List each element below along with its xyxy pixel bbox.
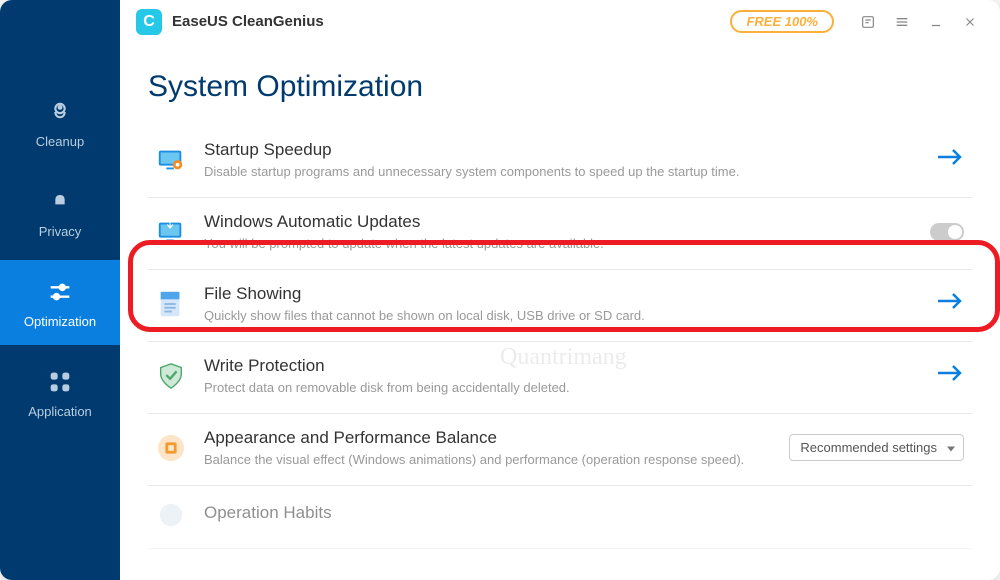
free-badge[interactable]: FREE 100% bbox=[730, 10, 834, 33]
application-icon bbox=[46, 368, 74, 396]
main-panel: C EaseUS CleanGenius FREE 100% System Op… bbox=[120, 0, 1000, 580]
feedback-button[interactable] bbox=[854, 8, 882, 36]
arrow-right-icon bbox=[936, 291, 964, 311]
option-appearance-performance[interactable]: Appearance and Performance Balance Balan… bbox=[148, 414, 972, 486]
toggle-switch[interactable] bbox=[930, 223, 964, 241]
content-area: System Optimization Startup Speedup Disa… bbox=[120, 44, 1000, 580]
page-title: System Optimization bbox=[148, 70, 972, 104]
option-desc: Disable startup programs and unnecessary… bbox=[204, 164, 924, 179]
option-label: Startup Speedup bbox=[204, 140, 924, 160]
sidebar-item-optimization[interactable]: Optimization bbox=[0, 260, 120, 345]
sidebar-item-privacy[interactable]: Privacy bbox=[0, 170, 120, 255]
arrow-button[interactable] bbox=[936, 362, 964, 390]
cleanup-icon bbox=[46, 98, 74, 126]
minimize-button[interactable] bbox=[922, 8, 950, 36]
option-label: Operation Habits bbox=[204, 503, 964, 523]
app-title: EaseUS CleanGenius bbox=[172, 13, 324, 30]
arrow-button[interactable] bbox=[936, 290, 964, 318]
option-label: File Showing bbox=[204, 284, 924, 304]
note-icon bbox=[860, 14, 876, 30]
arrow-right-icon bbox=[936, 363, 964, 383]
sidebar-item-label: Privacy bbox=[39, 224, 82, 239]
sidebar-item-application[interactable]: Application bbox=[0, 350, 120, 435]
privacy-icon bbox=[46, 188, 74, 216]
option-desc: Quickly show files that cannot be shown … bbox=[204, 308, 924, 323]
option-windows-updates[interactable]: Windows Automatic Updates You will be pr… bbox=[148, 198, 972, 270]
file-icon bbox=[156, 289, 186, 319]
option-write-protection[interactable]: Write Protection Protect data on removab… bbox=[148, 342, 972, 414]
sidebar: Cleanup Privacy Optimization Application bbox=[0, 0, 120, 580]
app-logo: C bbox=[136, 9, 162, 35]
chip-icon bbox=[156, 433, 186, 463]
settings-dropdown[interactable]: Recommended settings bbox=[789, 434, 964, 461]
option-operation-habits[interactable]: Operation Habits bbox=[148, 486, 972, 549]
sidebar-item-label: Cleanup bbox=[36, 134, 84, 149]
habits-icon bbox=[156, 500, 186, 530]
menu-button[interactable] bbox=[888, 8, 916, 36]
sidebar-item-cleanup[interactable]: Cleanup bbox=[0, 80, 120, 165]
shield-check-icon bbox=[156, 361, 186, 391]
option-desc: Balance the visual effect (Windows anima… bbox=[204, 452, 777, 467]
monitor-gear-icon bbox=[156, 145, 186, 175]
titlebar: C EaseUS CleanGenius FREE 100% bbox=[120, 0, 1000, 44]
minimize-icon bbox=[929, 15, 943, 29]
option-label: Write Protection bbox=[204, 356, 924, 376]
arrow-right-icon bbox=[936, 147, 964, 167]
option-file-showing[interactable]: File Showing Quickly show files that can… bbox=[148, 270, 972, 342]
option-desc: You will be prompted to update when the … bbox=[204, 236, 918, 251]
option-label: Appearance and Performance Balance bbox=[204, 428, 777, 448]
monitor-download-icon bbox=[156, 217, 186, 247]
sidebar-item-label: Application bbox=[28, 404, 92, 419]
app-window: Cleanup Privacy Optimization Application bbox=[0, 0, 1000, 580]
option-label: Windows Automatic Updates bbox=[204, 212, 918, 232]
sidebar-item-label: Optimization bbox=[24, 314, 96, 329]
optimization-icon bbox=[46, 278, 74, 306]
arrow-button[interactable] bbox=[936, 146, 964, 174]
option-desc: Protect data on removable disk from bein… bbox=[204, 380, 924, 395]
close-button[interactable] bbox=[956, 8, 984, 36]
close-icon bbox=[963, 15, 977, 29]
menu-icon bbox=[894, 14, 910, 30]
option-startup-speedup[interactable]: Startup Speedup Disable startup programs… bbox=[148, 126, 972, 198]
